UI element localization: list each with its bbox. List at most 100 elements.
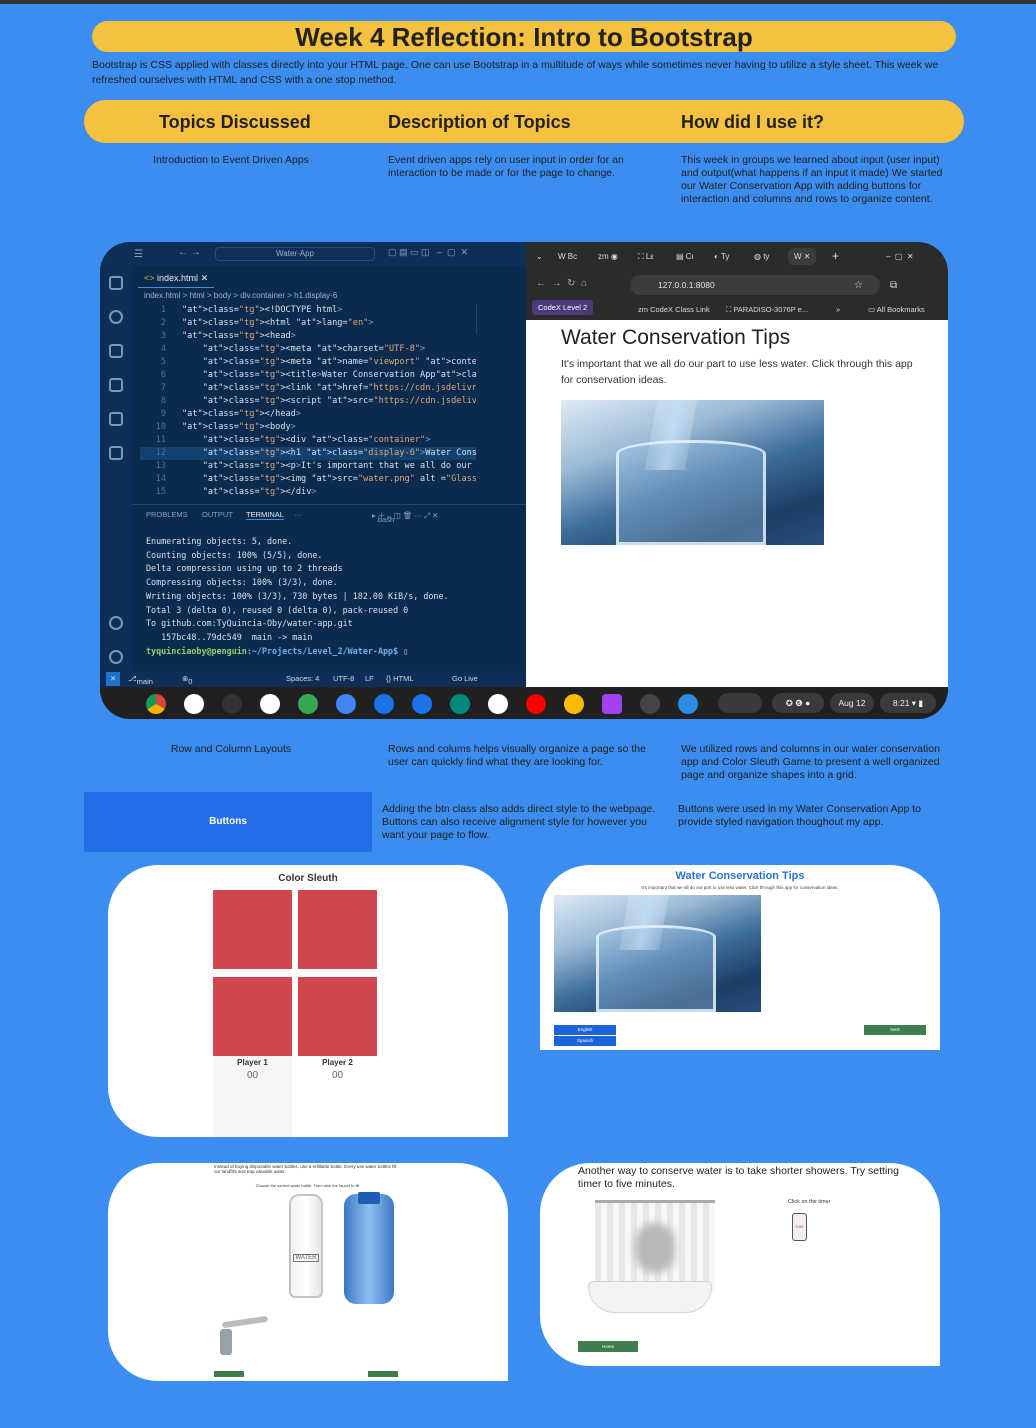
tab-list-icon[interactable]: ⌄: [536, 248, 543, 265]
browser-tab[interactable]: zm ◉: [598, 248, 618, 265]
code-line[interactable]: 1 "at">class="tg"><!DOCTYPE html>: [140, 304, 476, 317]
vscode-icon[interactable]: [678, 694, 698, 714]
remote-indicator[interactable]: ✕: [106, 672, 121, 686]
home-button[interactable]: Home: [578, 1341, 638, 1352]
extensions-icon[interactable]: [109, 446, 123, 460]
gear-icon[interactable]: [109, 650, 123, 664]
timer-phone[interactable]: 5:00: [792, 1213, 807, 1241]
browser-tab[interactable]: ▤ Cι: [676, 248, 693, 265]
spanish-button[interactable]: Spanish: [554, 1036, 616, 1046]
code-line[interactable]: 3 "at">class="tg"><head>: [140, 330, 476, 343]
minimap[interactable]: [476, 304, 514, 334]
code-line[interactable]: 5 "at">class="tg"><meta "at">name="viewp…: [140, 356, 476, 369]
line-number: 15: [155, 487, 166, 497]
date-chip[interactable]: Aug 12: [830, 693, 874, 713]
source-control-icon[interactable]: [109, 344, 123, 358]
extensions-puzzle-icon[interactable]: ⧉: [890, 280, 897, 291]
browser-tab[interactable]: W Bc: [558, 248, 577, 265]
code-line[interactable]: 10 "at">class="tg"><body>: [140, 421, 476, 434]
tab-output[interactable]: OUTPUT: [202, 510, 233, 519]
browser-tab-active[interactable]: W ✕: [788, 248, 817, 265]
code-line[interactable]: 9 "at">class="tg"></head>: [140, 408, 476, 421]
video-thumbnail[interactable]: [718, 693, 762, 713]
account-icon[interactable]: [109, 616, 123, 630]
back-arrow-icon[interactable]: ← →: [178, 247, 201, 258]
window-controls[interactable]: ▢ ▤ ▭ ◫ – ▢ ✕: [388, 247, 468, 258]
meet-icon[interactable]: [450, 694, 470, 714]
more-icon[interactable]: ···: [294, 510, 302, 519]
remote-icon[interactable]: [109, 412, 123, 426]
golive-button[interactable]: Go Live: [452, 674, 478, 683]
encoding-status[interactable]: UTF-8: [333, 674, 354, 683]
bookmarks-overflow[interactable]: »: [836, 305, 840, 314]
tab-index-html[interactable]: <> index.html ✕: [138, 268, 215, 288]
youtube-icon[interactable]: [526, 694, 546, 714]
browser-tab[interactable]: ⛶ Lε: [638, 248, 654, 265]
time-chip[interactable]: 8:21 ▾ ▮: [880, 693, 936, 713]
files-icon[interactable]: [374, 694, 394, 714]
photos-icon[interactable]: [564, 694, 584, 714]
cast-icon[interactable]: [222, 694, 242, 714]
search-box[interactable]: Water-App: [215, 247, 375, 261]
terminal-icon[interactable]: [640, 694, 660, 714]
bookmark-codex-class-link[interactable]: zm CodeX Class Link: [638, 305, 710, 314]
explorer-icon[interactable]: [109, 276, 123, 290]
terminal-shell[interactable]: ▸ bash ＋⌄ ◫ 🗑 ··· ⤢ ✕: [372, 510, 438, 524]
line-number: 4: [160, 344, 166, 354]
glass-bottle-image[interactable]: WATER: [289, 1194, 323, 1298]
bookmark-paradiso[interactable]: ⛶ PARADISO-3076P e...: [726, 305, 808, 315]
gmail-icon[interactable]: [260, 694, 280, 714]
assistant-icon[interactable]: [184, 694, 204, 714]
player1-column: [213, 1055, 292, 1137]
code-line[interactable]: 6 "at">class="tg"><title>Water Conservat…: [140, 369, 476, 382]
color-tile[interactable]: [298, 890, 377, 969]
browser-tab[interactable]: ◐ Ty: [714, 248, 729, 265]
language-status[interactable]: {} HTML: [386, 674, 414, 683]
plastic-bottle-image[interactable]: [344, 1192, 394, 1304]
faucet-image[interactable]: [216, 1311, 269, 1355]
english-button[interactable]: English: [554, 1025, 616, 1035]
spaces-status[interactable]: Spaces: 4: [286, 674, 319, 683]
star-icon[interactable]: ☆: [854, 280, 863, 291]
terminal-prompt[interactable]: tyquinciaoby@penguin:~/Projects/Level_2/…: [146, 645, 486, 659]
code-line[interactable]: 7 "at">class="tg"><link "at">href="https…: [140, 382, 476, 395]
color-tile[interactable]: [213, 890, 292, 969]
menu-icon[interactable]: ☰: [134, 249, 143, 260]
tab-problems[interactable]: PROBLEMS: [146, 510, 188, 519]
nav-buttons[interactable]: ← → ↻ ⌂: [536, 278, 587, 289]
color-tile[interactable]: [298, 977, 377, 1056]
tab-terminal[interactable]: TERMINAL: [246, 510, 284, 520]
browser-window-controls[interactable]: – ▢ ✕: [886, 248, 914, 265]
code-line[interactable]: 2 "at">class="tg"><html "at">lang="en">: [140, 317, 476, 330]
search-icon[interactable]: [109, 310, 123, 324]
code-area[interactable]: 1 "at">class="tg"><!DOCTYPE html> 2 "at">cl…: [140, 304, 476, 499]
calendar-icon[interactable]: [336, 694, 356, 714]
apps-icon[interactable]: [298, 694, 318, 714]
messages-icon[interactable]: [412, 694, 432, 714]
bottle-back-button[interactable]: [214, 1371, 244, 1377]
bottle-next-button[interactable]: [368, 1371, 398, 1377]
new-tab-button[interactable]: +: [832, 248, 839, 265]
next-button[interactable]: Next: [864, 1025, 926, 1035]
address-bar[interactable]: 127.0.0.1:8080: [630, 275, 880, 295]
bookmark-codex-level2[interactable]: CodeX Level 2: [532, 300, 594, 315]
code-line[interactable]: 11 "at">class="tg"><div "at">class="cont…: [140, 434, 476, 447]
branch-status[interactable]: ⎇ main: [128, 674, 153, 686]
all-bookmarks[interactable]: ▭ All Bookmarks: [868, 305, 925, 314]
code-line[interactable]: 15 "at">class="tg"></div>: [140, 486, 476, 499]
code-line[interactable]: 12 "at">class="tg"><h1 "at">class="displ…: [140, 447, 476, 460]
code-line[interactable]: 13 "at">class="tg"><p>It's important tha…: [140, 460, 476, 473]
notifications-chip[interactable]: ✪ ❻ ●: [772, 693, 824, 713]
code-line[interactable]: 14 "at">class="tg"><img "at">src="water.…: [140, 473, 476, 486]
code-line[interactable]: 4 "at">class="tg"><meta "at">charset="UT…: [140, 343, 476, 356]
code-line[interactable]: 8 "at">class="tg"><script "at">src="http…: [140, 395, 476, 408]
run-debug-icon[interactable]: [109, 378, 123, 392]
color-tile[interactable]: [213, 977, 292, 1056]
eol-status[interactable]: LF: [365, 674, 374, 683]
app-icon[interactable]: [602, 694, 622, 714]
terminal-output[interactable]: Enumerating objects: 5, done. Counting ob…: [146, 535, 486, 658]
chrome-icon[interactable]: [146, 694, 166, 714]
play-store-icon[interactable]: [488, 694, 508, 714]
browser-tab[interactable]: ◍ ty: [754, 248, 769, 265]
problems-status[interactable]: ⊗ 0 ⚠ 0: [182, 674, 195, 704]
